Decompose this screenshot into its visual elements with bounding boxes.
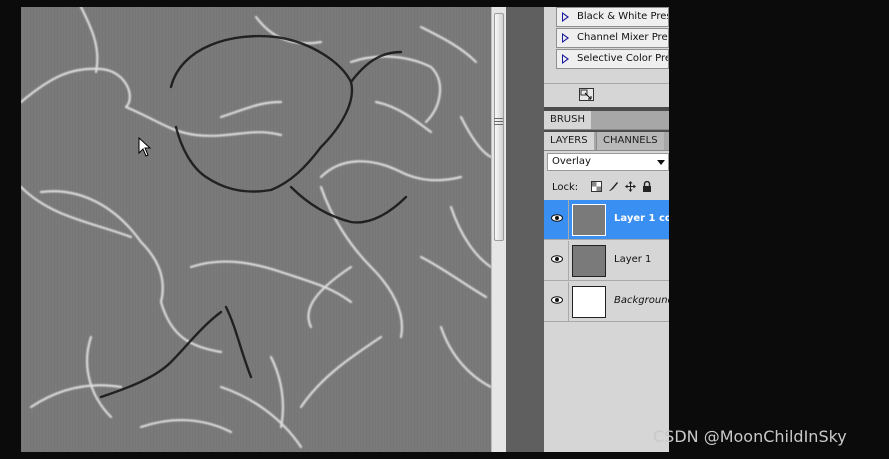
visibility-toggle[interactable] — [546, 241, 569, 280]
layer-row-layer-1-copy[interactable]: Layer 1 copy — [544, 200, 669, 240]
visibility-toggle[interactable] — [546, 200, 569, 239]
eye-icon[interactable] — [551, 214, 563, 222]
eye-icon[interactable] — [551, 296, 563, 304]
blend-mode-value: Overlay — [552, 156, 591, 167]
preset-label: Channel Mixer Presets — [577, 32, 668, 43]
visibility-toggle[interactable] — [546, 282, 569, 321]
expand-view-icon[interactable] — [579, 88, 594, 101]
preset-item-channel-mixer[interactable]: Channel Mixer Presets — [556, 28, 669, 48]
panels-dock: Black & White Presets Channel Mixer Pres… — [544, 7, 669, 452]
expand-triangle-icon[interactable] — [562, 33, 569, 43]
lock-label: Lock: — [552, 182, 579, 193]
layer-name[interactable]: Layer 1 copy — [614, 213, 669, 224]
layer-name[interactable]: Background — [614, 295, 669, 306]
eye-icon[interactable] — [551, 255, 563, 263]
chevron-down-icon[interactable] — [657, 160, 665, 165]
layer-thumbnail[interactable] — [572, 245, 606, 277]
mouse-cursor-icon — [138, 137, 152, 157]
preset-item-selective-color[interactable]: Selective Color Presets — [556, 49, 669, 69]
expand-triangle-icon[interactable] — [562, 54, 569, 64]
preset-label: Black & White Presets — [577, 11, 668, 22]
panel-resize-gripper-icon[interactable] — [494, 118, 503, 128]
lock-image-pixels-icon[interactable] — [607, 181, 619, 193]
lock-transparent-pixels-icon[interactable] — [590, 181, 602, 193]
tab-channels[interactable]: CHANNELS — [596, 132, 664, 150]
layer-name[interactable]: Layer 1 — [614, 254, 651, 265]
document-canvas[interactable] — [21, 7, 491, 452]
texture-image — [21, 7, 491, 452]
tab-layers[interactable]: LAYERS — [544, 132, 594, 150]
vertical-scrollbar[interactable] — [491, 7, 506, 452]
lock-position-move-icon[interactable] — [624, 181, 636, 193]
layer-thumbnail[interactable] — [572, 204, 606, 236]
adjustments-footer — [544, 83, 669, 107]
layer-row-layer-1[interactable]: Layer 1 — [544, 241, 669, 281]
brush-tab-row: BRUSH — [544, 111, 669, 130]
tab-brush[interactable]: BRUSH — [544, 111, 591, 129]
lock-row: Lock: — [552, 180, 651, 195]
layer-thumbnail[interactable] — [572, 286, 606, 318]
preset-item-black-white[interactable]: Black & White Presets — [556, 7, 669, 27]
layer-row-background[interactable]: Background — [544, 282, 669, 322]
expand-triangle-icon[interactable] — [562, 12, 569, 22]
preset-label: Selective Color Presets — [577, 53, 668, 64]
layers-tab-row: LAYERS CHANNELS — [544, 132, 669, 151]
panel-dock-gap — [506, 7, 544, 452]
lock-all-icon[interactable] — [641, 180, 653, 193]
blend-mode-select[interactable]: Overlay — [547, 153, 669, 171]
watermark: CSDN @MoonChildInSky — [653, 427, 847, 446]
